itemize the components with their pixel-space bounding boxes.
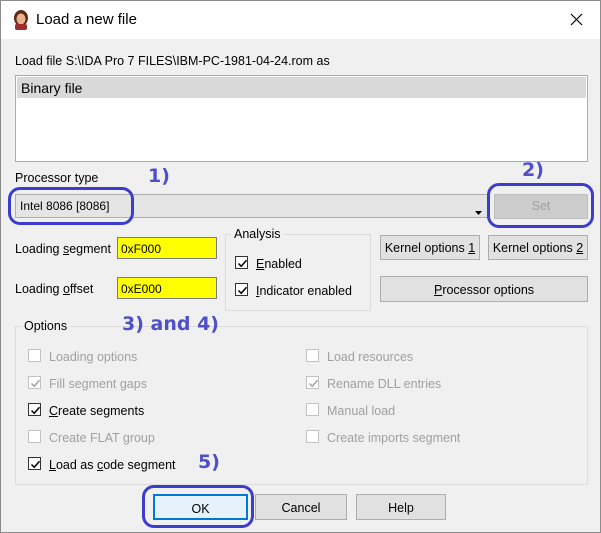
options-group-title: Options bbox=[21, 319, 71, 333]
highlight-processor-type bbox=[8, 187, 134, 225]
indicator-enabled-label: Indicator enabled bbox=[256, 284, 352, 298]
manual-load-checkbox[interactable] bbox=[306, 403, 319, 416]
chevron-down-icon bbox=[475, 204, 482, 218]
create-imports-segment-label: Create imports segment bbox=[327, 431, 461, 445]
kernel-options-2-button[interactable]: Kernel options 2 bbox=[488, 235, 588, 260]
manual-load-label: Manual load bbox=[327, 404, 396, 418]
cancel-button[interactable]: Cancel bbox=[255, 494, 347, 520]
loading-offset-input[interactable]: 0xE000 bbox=[117, 277, 217, 299]
fill-segment-gaps-checkbox[interactable] bbox=[28, 376, 41, 389]
kernel-options-1-button[interactable]: Kernel options 1 bbox=[380, 235, 480, 260]
highlight-ok-button bbox=[142, 485, 254, 528]
load-resources-label: Load resources bbox=[327, 350, 414, 364]
help-button[interactable]: Help bbox=[356, 494, 446, 520]
annotation-3-and-4: 3) and 4) bbox=[122, 313, 219, 335]
checkmark-icon bbox=[237, 259, 248, 268]
load-resources-checkbox[interactable] bbox=[306, 349, 319, 362]
cancel-button-label: Cancel bbox=[281, 501, 321, 515]
loading-options-label: Loading options bbox=[49, 350, 138, 364]
close-icon bbox=[570, 13, 583, 26]
highlight-set-button bbox=[487, 183, 594, 228]
kernel-options-2-label: Kernel options 2 bbox=[492, 241, 584, 255]
enabled-label: Enabled bbox=[256, 257, 302, 271]
checkmark-icon bbox=[308, 379, 319, 388]
checkmark-icon bbox=[30, 406, 41, 415]
load-file-dialog: Load a new file Load file S:\IDA Pro 7 F… bbox=[0, 0, 601, 533]
create-flat-group-label: Create FLAT group bbox=[49, 431, 155, 445]
loading-segment-value: 0xF000 bbox=[121, 242, 162, 256]
create-segments-label: Create segments bbox=[49, 404, 145, 418]
title-bar: Load a new file bbox=[1, 1, 600, 39]
create-flat-group-checkbox[interactable] bbox=[28, 430, 41, 443]
enabled-checkbox[interactable] bbox=[235, 256, 248, 269]
loading-offset-label: Loading offset bbox=[15, 282, 94, 296]
loading-offset-value: 0xE000 bbox=[121, 282, 162, 296]
rename-dll-entries-label: Rename DLL entries bbox=[327, 377, 442, 391]
annotation-1: 1) bbox=[148, 165, 170, 187]
loading-segment-input[interactable]: 0xF000 bbox=[117, 237, 217, 259]
processor-type-label: Processor type bbox=[15, 171, 99, 185]
load-as-code-segment-checkbox[interactable] bbox=[28, 457, 41, 470]
analysis-group bbox=[225, 234, 371, 311]
rename-dll-entries-checkbox[interactable] bbox=[306, 376, 319, 389]
list-item-label: Binary file bbox=[21, 80, 83, 96]
checkmark-icon bbox=[30, 460, 41, 469]
close-button[interactable] bbox=[554, 1, 600, 39]
checkmark-icon bbox=[237, 286, 248, 295]
analysis-group-title: Analysis bbox=[231, 227, 284, 241]
fill-segment-gaps-label: Fill segment gaps bbox=[49, 377, 147, 391]
create-segments-checkbox[interactable] bbox=[28, 403, 41, 416]
checkmark-icon bbox=[30, 379, 41, 388]
ida-app-icon bbox=[11, 9, 31, 31]
loading-options-checkbox[interactable] bbox=[28, 349, 41, 362]
window-title: Load a new file bbox=[36, 11, 137, 28]
create-imports-segment-checkbox[interactable] bbox=[306, 430, 319, 443]
loading-segment-label: Loading segment bbox=[15, 242, 111, 256]
list-item[interactable]: Binary file bbox=[17, 77, 586, 98]
load-as-code-segment-label: Load as code segment bbox=[49, 458, 176, 472]
file-format-list[interactable]: Binary file bbox=[15, 75, 588, 162]
processor-options-button[interactable]: Processor options bbox=[380, 276, 588, 302]
indicator-enabled-checkbox[interactable] bbox=[235, 283, 248, 296]
annotation-2: 2) bbox=[522, 159, 544, 181]
load-file-label: Load file S:\IDA Pro 7 FILES\IBM-PC-1981… bbox=[15, 54, 330, 68]
help-button-label: Help bbox=[388, 501, 414, 515]
kernel-options-1-label: Kernel options 1 bbox=[384, 241, 476, 255]
processor-options-label: Processor options bbox=[433, 283, 535, 297]
annotation-5: 5) bbox=[198, 451, 220, 473]
